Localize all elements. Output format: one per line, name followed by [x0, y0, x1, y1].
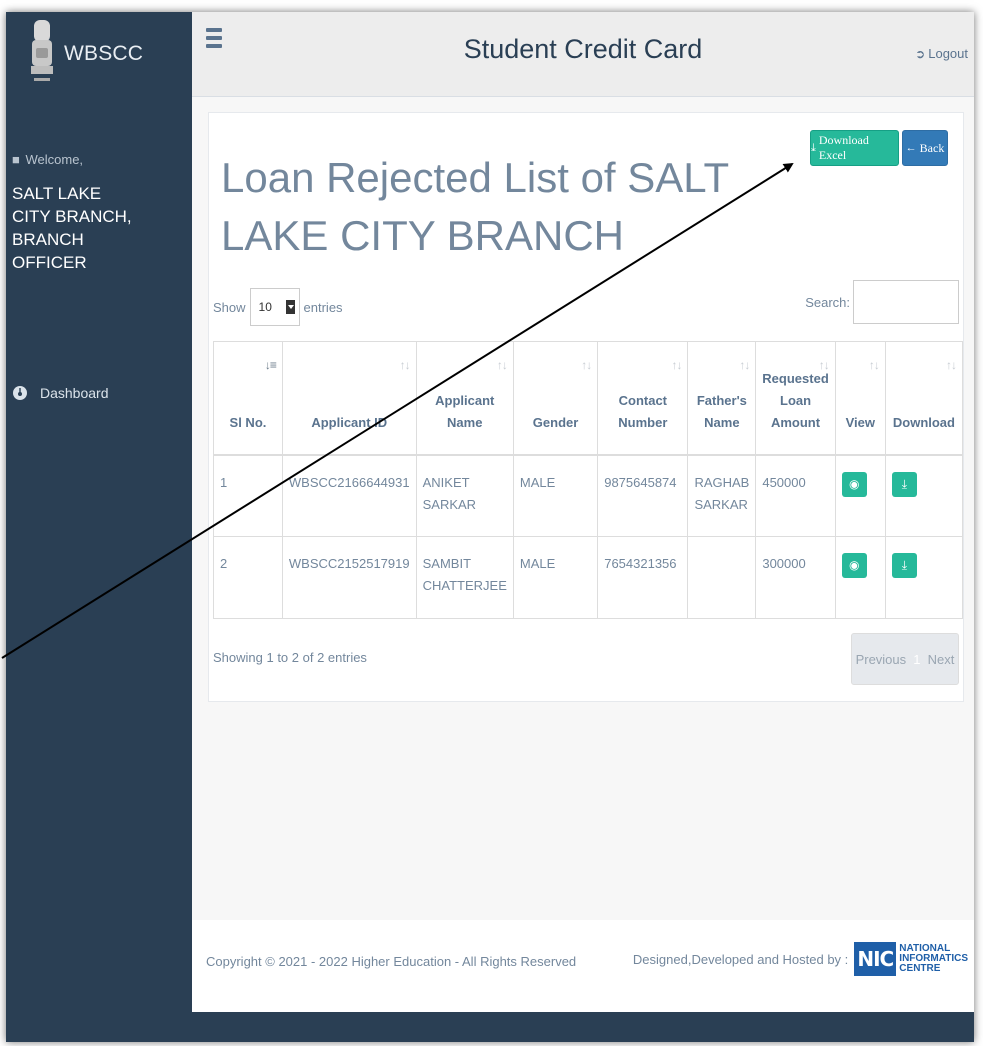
annotation-arrow [1, 162, 794, 659]
